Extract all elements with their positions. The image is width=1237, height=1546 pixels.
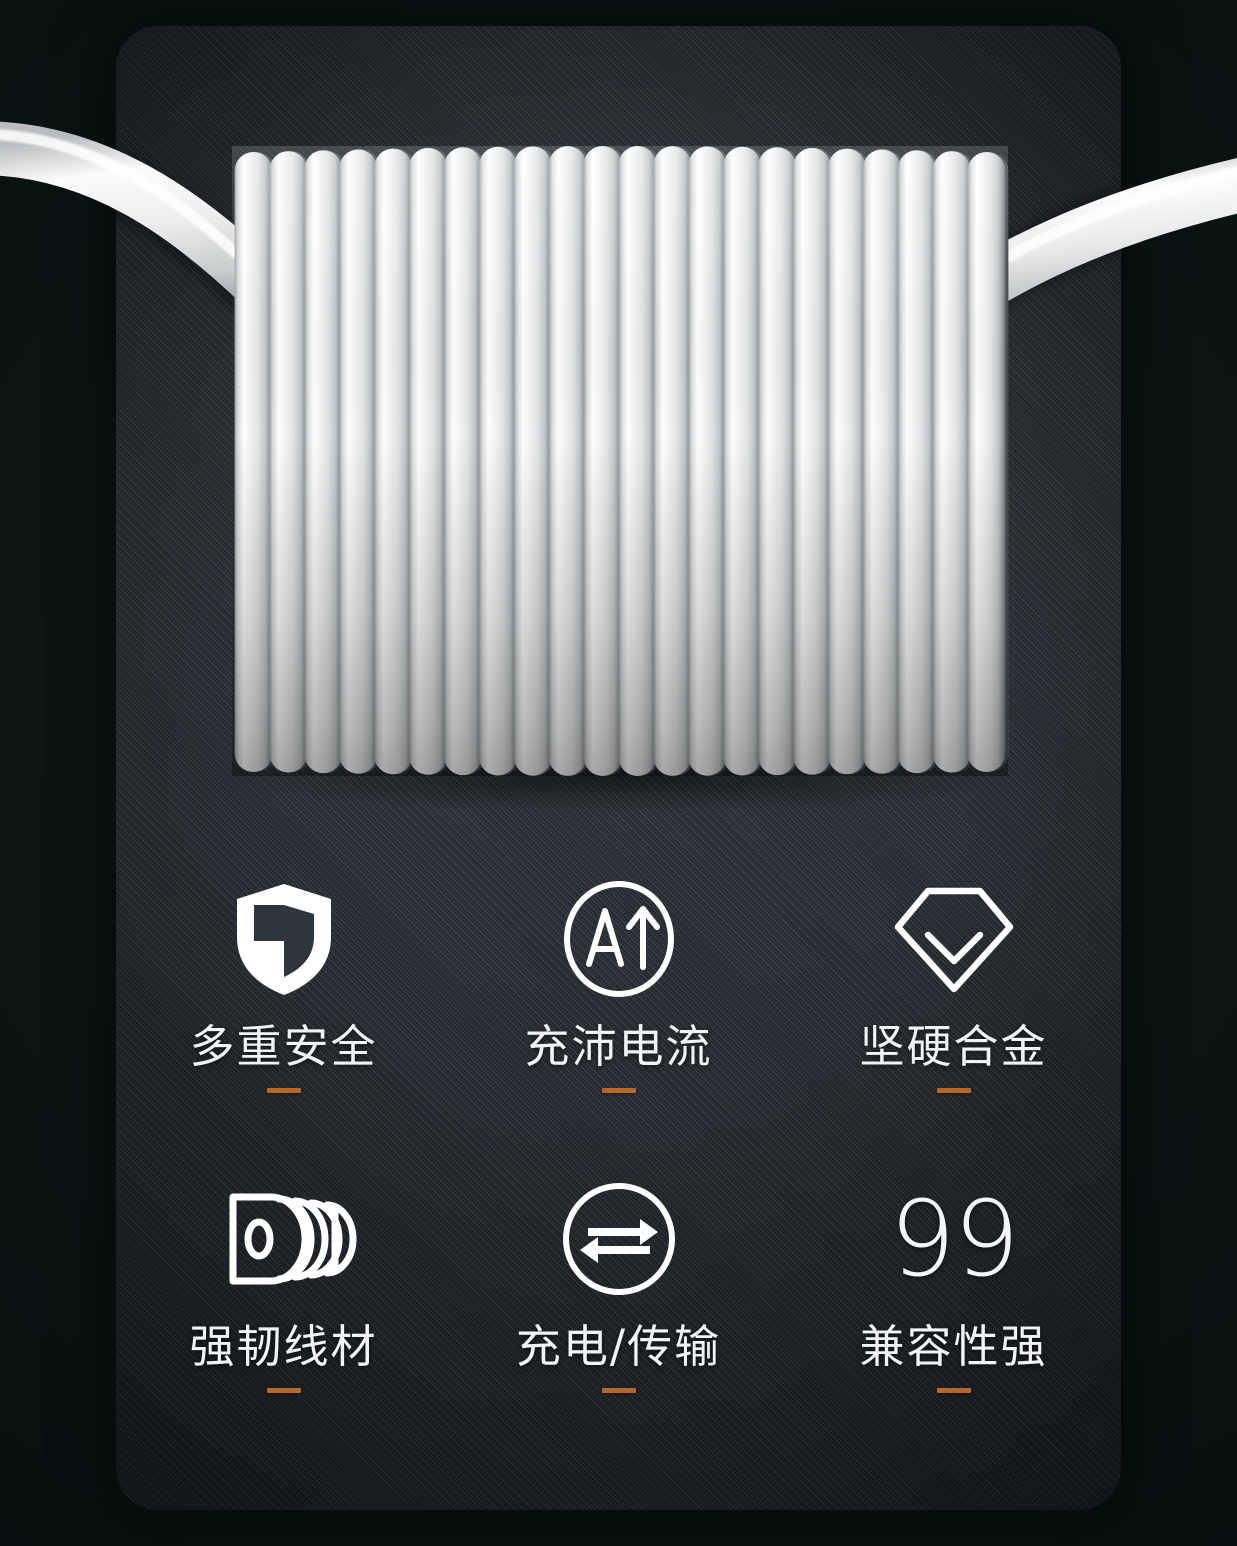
feature-label: 坚硬合金: [859, 1020, 1048, 1073]
feature-underline: [936, 1388, 971, 1393]
feature-item-charge-transfer: 充电/传输: [451, 1162, 786, 1462]
bidirectional-arrows-circle-icon: [560, 1180, 678, 1298]
feature-item-ample-current: 充沛电流: [451, 862, 786, 1162]
feature-underline: [601, 1388, 636, 1393]
feature-item-multi-safety: 多重安全: [116, 862, 451, 1162]
feature-underline: [266, 1388, 301, 1393]
feature-label: 多重安全: [189, 1020, 378, 1073]
feature-underline: [601, 1088, 636, 1093]
feature-grid: 多重安全 充沛电流 坚硬合金 强韧线材 充电/传输 99 兼容性强: [116, 862, 1121, 1462]
feature-item-compatibility: 99 兼容性强: [786, 1162, 1121, 1462]
ampere-up-arrow-circle-icon: [559, 880, 679, 998]
feature-underline: [266, 1088, 301, 1093]
feature-label: 充沛电流: [524, 1020, 713, 1073]
feature-label: 兼容性强: [859, 1320, 1048, 1373]
cable-coil-icon: [221, 1180, 356, 1298]
diamond-check-icon: [892, 880, 1016, 998]
number-99-icon: 99: [889, 1177, 1019, 1300]
feature-item-hard-alloy: 坚硬合金: [786, 862, 1121, 1162]
number-99-text: 99: [889, 1177, 1019, 1300]
shield-icon: [230, 880, 338, 998]
feature-item-tough-wire: 强韧线材: [116, 1162, 451, 1462]
feature-underline: [936, 1088, 971, 1093]
feature-label: 充电/传输: [515, 1320, 722, 1373]
feature-label: 强韧线材: [189, 1320, 378, 1373]
product-image-stage: 多重安全 充沛电流 坚硬合金 强韧线材 充电/传输 99 兼容性强: [0, 0, 1237, 1546]
